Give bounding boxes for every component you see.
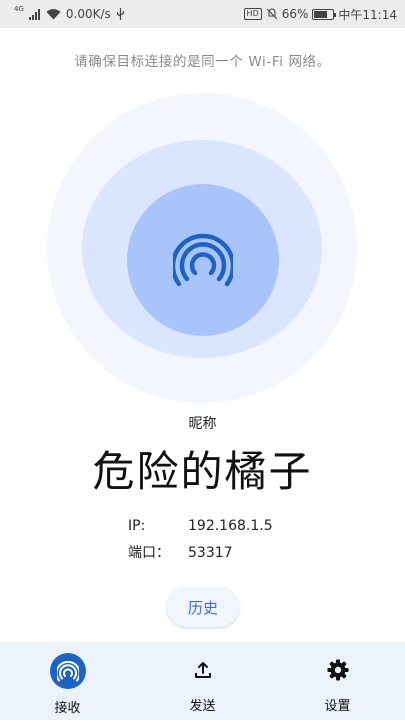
nav-item-send[interactable]: 发送 — [135, 642, 270, 720]
port-label: 端口： — [128, 545, 170, 561]
broadcast-icon — [56, 660, 79, 682]
nickname-value: 危险的橘子 — [92, 447, 313, 496]
nav-label-receive: 接收 — [54, 701, 81, 716]
upload-icon — [194, 662, 211, 678]
nav-label-settings: 设置 — [324, 699, 351, 714]
network-type: 4G — [14, 5, 24, 13]
bottom-nav: 接收 发送 设置 — [0, 642, 405, 720]
battery-icon — [312, 8, 337, 20]
status-time: 中午11:14 — [338, 7, 397, 22]
battery-percent: 66% — [281, 7, 309, 21]
ip-label: IP: — [128, 518, 146, 534]
broadcast-icon — [173, 233, 233, 287]
mute-icon — [266, 8, 278, 20]
usb-icon — [116, 8, 124, 20]
nav-label-send: 发送 — [189, 699, 216, 714]
signal-icon — [28, 8, 40, 20]
network-speed: 0.00K/s — [65, 7, 111, 21]
status-bar: 4G 0.00K/s HD 66% 中午11:14 — [0, 0, 405, 28]
wifi-icon — [46, 8, 61, 19]
port-row: 端口： 53317 — [128, 542, 233, 562]
nickname-label: 昵称 — [188, 416, 217, 432]
port-value: 53317 — [188, 545, 233, 561]
nav-item-settings[interactable]: 设置 — [270, 642, 405, 720]
hd-badge: HD — [243, 8, 262, 20]
history-button[interactable]: 历史 — [167, 587, 239, 627]
gear-icon — [327, 659, 348, 681]
ip-value: 192.168.1.5 — [188, 518, 273, 534]
ip-row: IP: 192.168.1.5 — [128, 518, 273, 534]
broadcast-button[interactable] — [127, 184, 279, 336]
wifi-hint: 请确保目标连接的是同一个 Wi-Fi 网络。 — [74, 54, 331, 70]
nav-item-receive[interactable]: 接收 — [0, 642, 135, 720]
